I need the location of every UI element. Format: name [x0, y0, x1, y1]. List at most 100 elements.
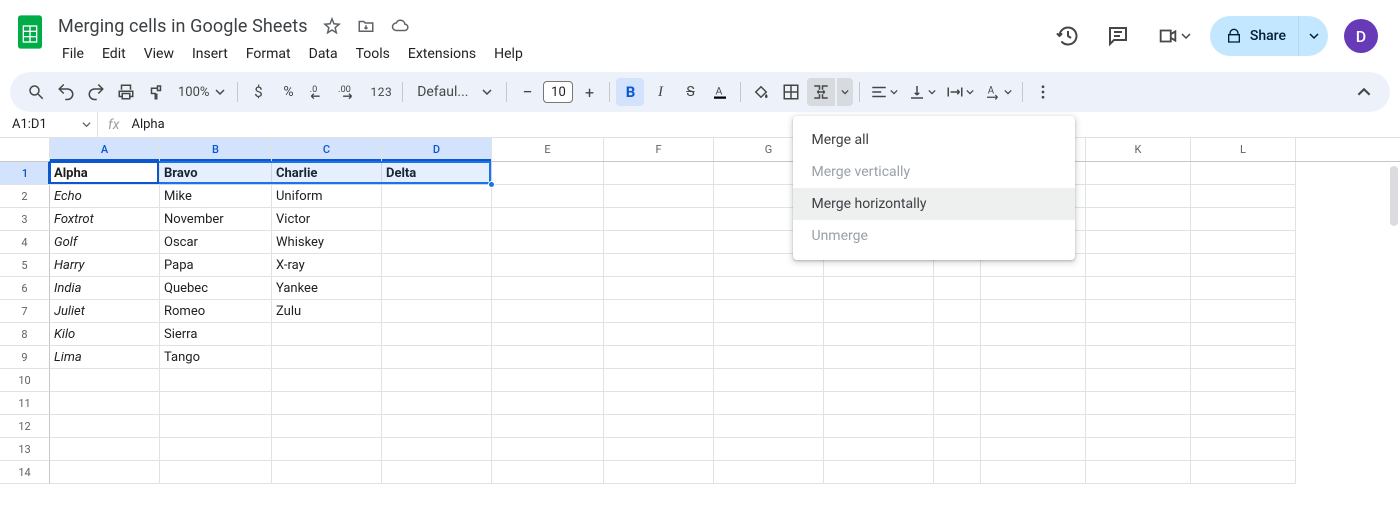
scrollbar-vertical[interactable] — [1390, 166, 1398, 226]
cell[interactable] — [50, 369, 160, 392]
print-icon[interactable] — [112, 78, 140, 106]
cell[interactable] — [824, 323, 934, 346]
cell[interactable] — [604, 277, 714, 300]
cell[interactable] — [934, 346, 981, 369]
cell[interactable] — [934, 438, 981, 461]
cell[interactable] — [934, 300, 981, 323]
borders-button[interactable] — [777, 78, 805, 106]
cell[interactable] — [50, 415, 160, 438]
cell[interactable] — [1191, 415, 1296, 438]
column-header[interactable]: D — [382, 138, 492, 161]
decrease-decimal-icon[interactable]: .0 — [304, 78, 332, 106]
cell[interactable] — [1086, 208, 1191, 231]
cell[interactable]: Foxtrot — [50, 208, 160, 231]
cell[interactable] — [1086, 300, 1191, 323]
cell[interactable] — [604, 346, 714, 369]
column-header[interactable]: F — [604, 138, 714, 161]
cell[interactable] — [382, 461, 492, 484]
cell[interactable] — [1191, 346, 1296, 369]
cell[interactable] — [604, 208, 714, 231]
cell[interactable] — [714, 461, 824, 484]
cell[interactable] — [382, 231, 492, 254]
formula-value[interactable]: Alpha — [129, 117, 164, 132]
cell[interactable] — [981, 369, 1086, 392]
cell[interactable] — [382, 254, 492, 277]
cell[interactable] — [981, 415, 1086, 438]
cell[interactable] — [824, 392, 934, 415]
cell[interactable] — [160, 369, 272, 392]
cloud-status-icon[interactable] — [386, 12, 414, 40]
cell[interactable] — [272, 415, 382, 438]
cell[interactable]: Victor — [272, 208, 382, 231]
cell[interactable] — [604, 185, 714, 208]
cell[interactable] — [272, 369, 382, 392]
cell[interactable] — [981, 461, 1086, 484]
cell[interactable] — [1191, 300, 1296, 323]
cell[interactable] — [492, 392, 604, 415]
undo-icon[interactable] — [52, 78, 80, 106]
cell[interactable]: Yankee — [272, 277, 382, 300]
cell[interactable] — [272, 461, 382, 484]
cell[interactable] — [1086, 346, 1191, 369]
cell[interactable] — [382, 208, 492, 231]
cell[interactable] — [382, 438, 492, 461]
cell[interactable] — [1086, 162, 1191, 185]
cell[interactable] — [382, 346, 492, 369]
cell[interactable]: Zulu — [272, 300, 382, 323]
cell[interactable] — [160, 461, 272, 484]
cell[interactable] — [492, 277, 604, 300]
cell[interactable] — [824, 415, 934, 438]
cell[interactable] — [492, 369, 604, 392]
menu-view[interactable]: View — [136, 42, 182, 66]
cell[interactable] — [382, 369, 492, 392]
redo-icon[interactable] — [82, 78, 110, 106]
cell[interactable] — [1191, 392, 1296, 415]
row-header[interactable]: 10 — [0, 369, 50, 392]
cell[interactable] — [1086, 461, 1191, 484]
row-header[interactable]: 14 — [0, 461, 50, 484]
cell[interactable] — [1191, 208, 1296, 231]
cell[interactable] — [1086, 392, 1191, 415]
cell[interactable] — [934, 415, 981, 438]
cell[interactable] — [50, 438, 160, 461]
cell[interactable] — [1086, 185, 1191, 208]
cell[interactable] — [492, 254, 604, 277]
move-icon[interactable] — [352, 12, 380, 40]
cell[interactable] — [934, 392, 981, 415]
merge-cells-button[interactable] — [807, 78, 835, 106]
sheets-logo-icon[interactable] — [10, 8, 50, 56]
strikethrough-button[interactable]: S — [676, 78, 704, 106]
cell[interactable]: Delta — [382, 162, 492, 185]
cell[interactable] — [1086, 438, 1191, 461]
merge-cells-dropdown[interactable] — [837, 78, 853, 106]
text-color-button[interactable]: A — [706, 78, 734, 106]
column-header[interactable]: L — [1191, 138, 1296, 161]
cell[interactable]: Tango — [160, 346, 272, 369]
cell[interactable] — [1191, 185, 1296, 208]
cell[interactable] — [1191, 438, 1296, 461]
column-header[interactable]: B — [160, 138, 272, 161]
share-button[interactable]: Share — [1210, 16, 1328, 56]
cell[interactable] — [824, 346, 934, 369]
font-family-select[interactable]: Defaul... — [409, 78, 500, 106]
horizontal-align-button[interactable] — [866, 78, 902, 106]
column-header[interactable]: K — [1086, 138, 1191, 161]
search-menus-icon[interactable] — [22, 78, 50, 106]
cell[interactable] — [1086, 277, 1191, 300]
increase-font-icon[interactable]: + — [575, 78, 603, 106]
cell[interactable] — [272, 346, 382, 369]
cell[interactable] — [1086, 254, 1191, 277]
cell[interactable] — [1086, 369, 1191, 392]
cell[interactable] — [50, 392, 160, 415]
cell[interactable] — [1191, 254, 1296, 277]
row-header[interactable]: 11 — [0, 392, 50, 415]
cell[interactable] — [934, 323, 981, 346]
cell[interactable]: Quebec — [160, 277, 272, 300]
cell[interactable] — [160, 438, 272, 461]
cell[interactable] — [492, 346, 604, 369]
cell[interactable] — [604, 438, 714, 461]
increase-decimal-icon[interactable]: .00 — [334, 78, 364, 106]
cell[interactable]: India — [50, 277, 160, 300]
cell[interactable]: Juliet — [50, 300, 160, 323]
cell[interactable] — [1191, 231, 1296, 254]
